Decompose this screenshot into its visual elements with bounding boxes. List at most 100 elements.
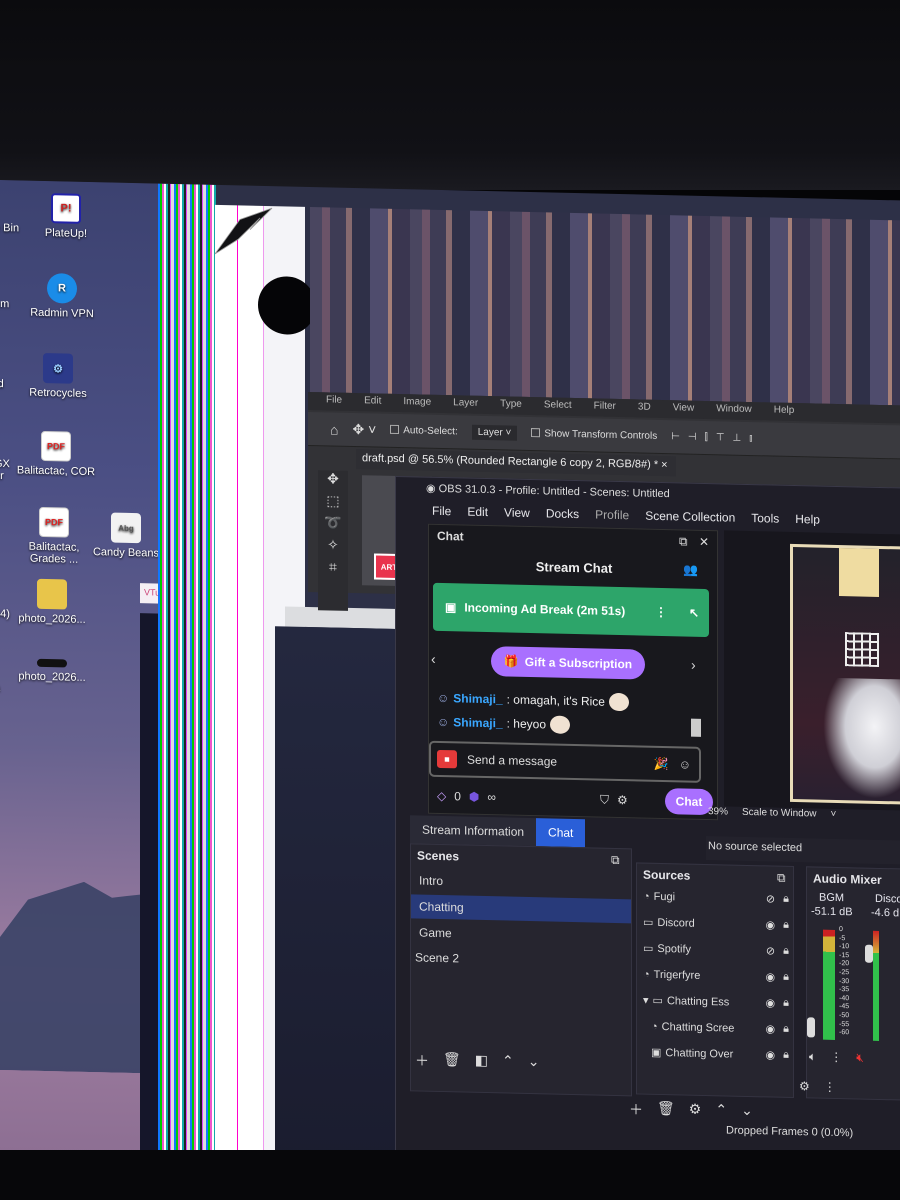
eye-icon[interactable]: ◉ (766, 918, 776, 931)
users-icon[interactable]: 👥 (683, 562, 698, 576)
scale-mode-dropdown[interactable]: Scale to Window (742, 807, 816, 820)
channel-points-icon[interactable]: ◇ (437, 789, 446, 803)
chevron-down-icon[interactable]: ˅ (831, 809, 837, 820)
gear-icon[interactable]: ⚙ (689, 1101, 702, 1121)
expand-arrow-icon[interactable]: ▾ (643, 994, 649, 1007)
desktop-icon-retrocycles[interactable]: ⚙ Retrocycles (16, 352, 100, 400)
move-up-icon[interactable]: ⌃ (502, 1052, 514, 1072)
lock-icon[interactable]: 🔒︎ (783, 893, 789, 906)
ps-menu-layer[interactable]: Layer (453, 397, 478, 412)
home-icon[interactable]: ⌂ (330, 421, 338, 437)
ps-menu-file[interactable]: File (326, 394, 342, 408)
eye-icon[interactable]: ◉ (766, 996, 776, 1009)
eye-icon[interactable]: ◉ (766, 970, 776, 983)
lock-icon[interactable]: 🔒︎ (783, 971, 789, 984)
desktop-icon-plateup[interactable]: P! PlateUp! (24, 193, 108, 241)
ps-menu-help[interactable]: Help (774, 405, 795, 419)
chat-scrollbar[interactable] (691, 718, 701, 737)
shield-icon[interactable]: ⛉ (600, 792, 609, 807)
source-item[interactable]: ▭ Spotify ⊘ 🔒︎ (643, 942, 789, 958)
close-icon[interactable]: × (661, 459, 667, 471)
source-item[interactable]: ◔ Chatting Scree ◉ 🔒︎ (651, 1020, 789, 1036)
source-item[interactable]: ◔ Fugi ⊘ 🔒︎ (643, 890, 789, 906)
move-tool-icon[interactable]: ✥ ˅ (352, 421, 376, 439)
tab-chat[interactable]: Chat (536, 818, 586, 848)
crop-tool-icon[interactable]: ⌗ (318, 558, 348, 581)
scene-item[interactable]: Game (419, 921, 629, 950)
muted-speaker-icon[interactable]: 🔇︎ (856, 1050, 864, 1065)
ps-menu-view[interactable]: View (673, 402, 695, 416)
desktop-icon-radmin[interactable]: R Radmin VPN (20, 272, 104, 320)
ps-menu-select[interactable]: Select (544, 399, 572, 414)
eye-icon[interactable]: ◉ (766, 1022, 776, 1035)
menu-file[interactable]: File (432, 504, 451, 518)
lock-icon[interactable]: 🔒︎ (783, 945, 789, 958)
menu-docks[interactable]: Docks (546, 506, 579, 521)
ps-menu-3d[interactable]: 3D (638, 401, 651, 415)
menu-tools[interactable]: Tools (751, 511, 779, 526)
float-dock-icon[interactable]: ⧉ (777, 871, 786, 886)
trash-icon[interactable]: 🗑 (443, 1051, 461, 1071)
desktop-icon-photo-2[interactable]: photo_2026... (10, 658, 94, 684)
chat-send-button[interactable]: Chat (665, 788, 713, 816)
move-up-icon[interactable]: ⌃ (715, 1101, 727, 1121)
move-down-icon[interactable]: ⌄ (528, 1053, 540, 1073)
visibility-hidden-icon[interactable]: ⊘ (766, 944, 775, 957)
menu-profile[interactable]: Profile (595, 508, 629, 523)
scene-item[interactable]: Scene 2 (415, 945, 625, 974)
align-icons[interactable]: ⊢⊣⫿⊤⊥⫾ (671, 431, 760, 444)
more-options-icon[interactable]: ⋮ (830, 1050, 842, 1065)
volume-slider[interactable] (807, 1017, 815, 1038)
tab-stream-information[interactable]: Stream Information (410, 815, 537, 847)
celebrate-icon[interactable]: 🎉 (654, 757, 669, 771)
lock-icon[interactable]: 🔒︎ (783, 1023, 789, 1036)
advanced-audio-icon[interactable]: ⚙ (799, 1079, 810, 1093)
trash-icon[interactable]: 🗑 (657, 1100, 675, 1120)
lock-icon[interactable]: 🔒︎ (783, 919, 789, 932)
auto-select-checkbox[interactable]: Auto-Select: (390, 424, 458, 437)
lock-icon[interactable]: 🔒︎ (783, 1049, 789, 1062)
move-down-icon[interactable]: ⌄ (741, 1102, 753, 1122)
lock-icon[interactable]: 🔒︎ (783, 997, 789, 1010)
scene-item-selected[interactable]: Chatting (411, 894, 631, 924)
ps-menu-filter[interactable]: Filter (594, 400, 616, 415)
more-options-icon[interactable]: ⋮ (824, 1080, 836, 1094)
desktop-icon-candy-beans[interactable]: Abg Candy Beans (84, 512, 168, 560)
gift-subscription-button[interactable]: 🎁 Gift a Subscription (491, 646, 645, 680)
move-tool-icon[interactable]: ✥ (318, 470, 348, 493)
source-item[interactable]: ▭ Discord ◉ 🔒︎ (643, 916, 789, 932)
emoji-icon[interactable]: ☺ (679, 757, 691, 771)
ps-menu-window[interactable]: Window (716, 403, 752, 418)
marquee-tool-icon[interactable]: ⬚ (318, 492, 348, 515)
more-options-icon[interactable]: ⋮ (655, 605, 667, 619)
magic-wand-icon[interactable]: ✧ (318, 536, 348, 559)
menu-scene-collection[interactable]: Scene Collection (645, 509, 735, 525)
ps-menu-edit[interactable]: Edit (364, 395, 381, 409)
filters-icon[interactable]: ◧ (475, 1052, 488, 1072)
source-group-item[interactable]: ▾ ▭ Chatting Ess ◉ 🔒︎ (643, 994, 789, 1010)
eye-icon[interactable]: ◉ (766, 1048, 776, 1061)
ps-menu-type[interactable]: Type (500, 398, 522, 412)
scene-item[interactable]: Intro (419, 869, 629, 898)
chat-username[interactable]: Shimaji_ (453, 691, 502, 706)
speaker-icon[interactable]: 🔈︎ (809, 1049, 816, 1064)
dismiss-icon[interactable]: ↖ (689, 606, 699, 620)
volume-slider[interactable] (865, 944, 873, 963)
settings-gear-icon[interactable]: ⚙ (617, 793, 628, 807)
chevron-right-icon[interactable]: › (691, 657, 696, 673)
transform-controls-checkbox[interactable]: Show Transform Controls (531, 428, 657, 442)
menu-help[interactable]: Help (795, 512, 820, 527)
chevron-left-icon[interactable]: ‹ (431, 651, 436, 667)
float-dock-icon[interactable]: ⧉ (611, 853, 620, 868)
source-item[interactable]: ◔ Trigerfyre ◉ 🔒︎ (643, 968, 789, 984)
visibility-hidden-icon[interactable]: ⊘ (766, 892, 775, 905)
menu-edit[interactable]: Edit (467, 505, 488, 519)
float-dock-icon[interactable]: ⧉ (679, 534, 688, 549)
desktop-icon-pdf-cor[interactable]: PDF Balitactac, COR (14, 430, 98, 478)
source-item[interactable]: ▣ Chatting Over ◉ 🔒︎ (651, 1046, 789, 1062)
preview-area[interactable] (724, 530, 900, 811)
send-message-input[interactable]: ■ Send a message 🎉 ☺ (429, 740, 701, 783)
desktop-icon-photo-1[interactable]: photo_2026... (10, 578, 94, 626)
close-dock-icon[interactable]: ✕ (699, 535, 709, 549)
add-icon[interactable]: ＋ (415, 1050, 429, 1070)
